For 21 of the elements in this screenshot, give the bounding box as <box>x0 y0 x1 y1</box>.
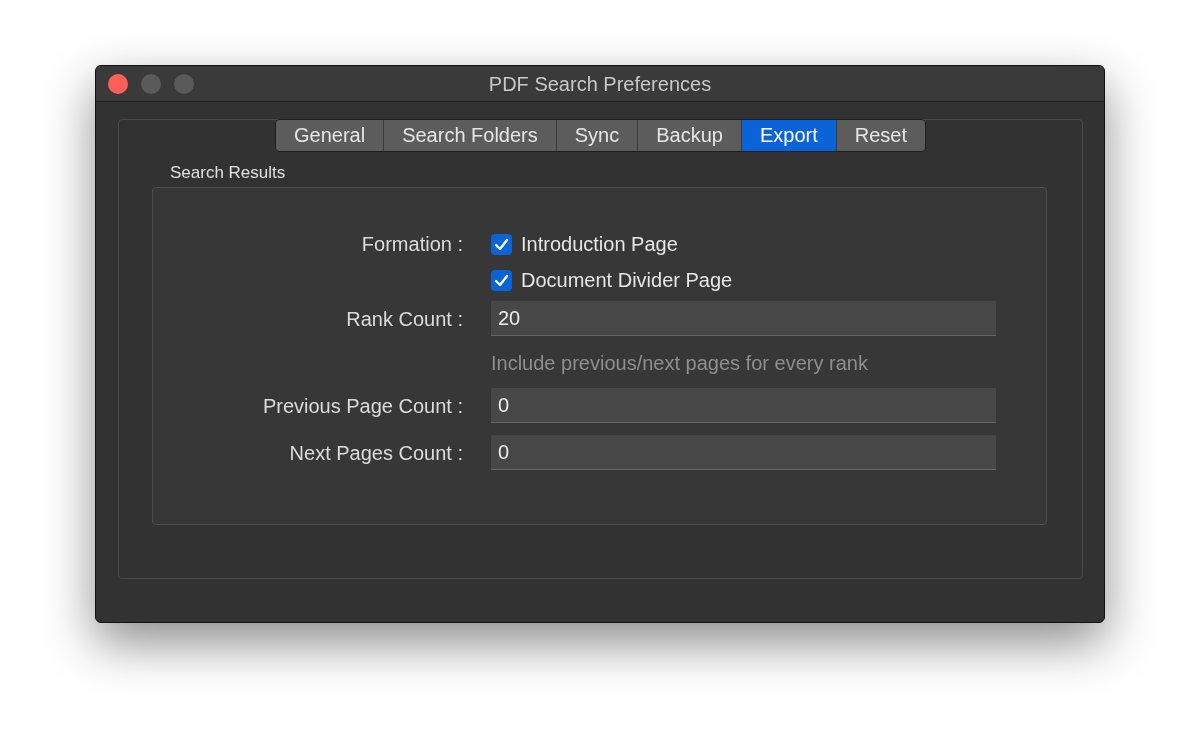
hint-text: Include previous/next pages for every rank <box>491 352 868 374</box>
field-label: Formation : <box>361 233 463 255</box>
tab[interactable]: Reset <box>836 120 925 151</box>
checkbox[interactable] <box>491 233 512 255</box>
input-field[interactable]: 20 <box>491 301 996 336</box>
tab[interactable]: Export <box>741 120 837 151</box>
checkbox-label: Introduction Page <box>521 232 678 257</box>
tab[interactable]: Backup <box>638 120 742 151</box>
window-title: PDF Search Preferences <box>488 72 712 97</box>
input-field[interactable]: 0 <box>491 388 996 423</box>
close-button[interactable] <box>108 74 128 94</box>
field-label: Rank Count : <box>346 307 463 330</box>
input-field[interactable]: 0 <box>491 435 996 470</box>
checkbox[interactable] <box>491 269 512 291</box>
field-label: Previous Page Count : <box>262 394 463 417</box>
tab[interactable]: General <box>276 120 385 151</box>
tab[interactable]: Search Folders <box>384 120 557 151</box>
checkbox-label: Document Divider Page <box>521 268 733 293</box>
tab[interactable]: Sync <box>556 120 639 151</box>
section-title: Search Results <box>170 163 286 184</box>
field-label: Next Pages Count : <box>289 441 463 464</box>
